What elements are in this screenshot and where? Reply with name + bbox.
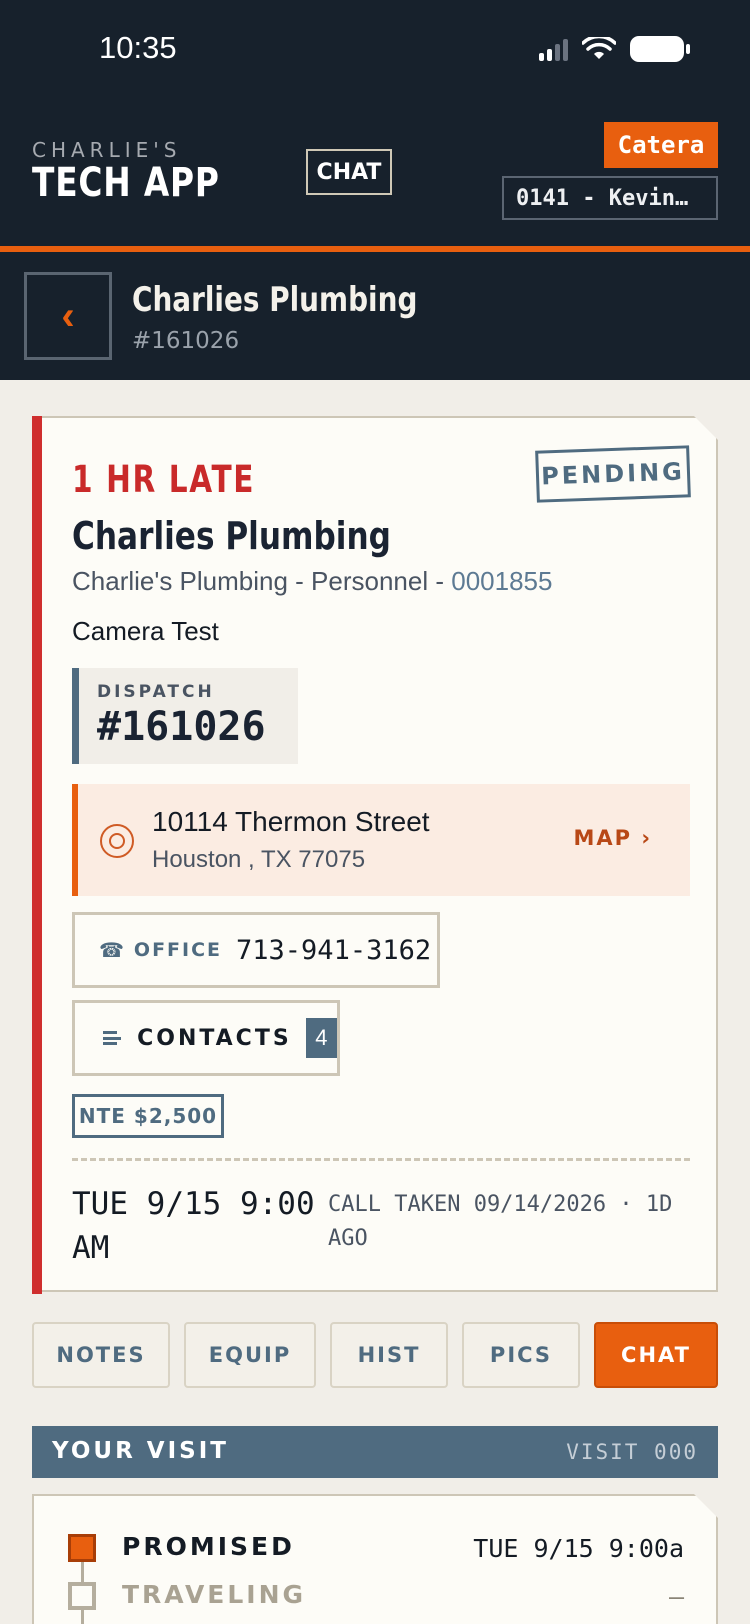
contacts-count-badge: 4 — [305, 1018, 337, 1058]
account-separator: - — [428, 566, 452, 596]
account-name: Charlie's Plumbing - Personnel — [72, 566, 429, 596]
header-divider — [0, 246, 750, 252]
brand-subtitle: CHARLIE'S — [32, 138, 182, 162]
tab-notes[interactable]: NOTES — [32, 1322, 170, 1388]
contacts-label: CONTACTS — [137, 1025, 292, 1051]
office-phone-button[interactable]: ☎ OFFICE 713-941-3162 — [72, 912, 440, 988]
job-card: 1 HR LATE PENDING Charlies Plumbing Char… — [32, 416, 718, 1294]
brand-title: TECH APP — [32, 160, 220, 206]
status-icons — [539, 36, 690, 62]
step-time: — — [668, 1582, 684, 1611]
location-pin-icon — [100, 824, 134, 858]
ticket-number: #161026 — [132, 328, 240, 354]
scheduled-time: TUE 9/15 9:00 AM — [72, 1186, 315, 1266]
page-title: Charlies Plumbing — [132, 280, 418, 320]
wifi-icon — [582, 37, 616, 59]
cellular-signal-icon — [539, 37, 568, 61]
tab-pics[interactable]: PICS — [462, 1322, 580, 1388]
dispatch-box: DISPATCH #161026 — [72, 668, 298, 764]
technician-selector[interactable]: 0141 - Kevin… — [502, 176, 718, 220]
list-icon — [103, 1031, 122, 1045]
visit-title: YOUR VISIT — [52, 1438, 229, 1464]
status-time: 10:35 — [99, 30, 177, 65]
dispatch-number: #161026 — [97, 704, 266, 750]
phone-icon: ☎ — [99, 939, 124, 962]
phone-label: OFFICE — [133, 939, 223, 961]
address-city: Houston , TX 77075 — [152, 846, 366, 873]
visit-number: VISIT 000 — [566, 1440, 698, 1464]
account-code: 0001855 — [451, 566, 553, 596]
phone-number: 713-941-3162 — [236, 934, 432, 966]
address-card[interactable]: 10114 Thermon Street Houston , TX 77075 … — [72, 784, 690, 896]
visit-timeline: PROMISED TUE 9/15 9:00a TRAVELING — — [32, 1494, 718, 1624]
visit-header: YOUR VISIT VISIT 000 — [32, 1426, 718, 1478]
company-badge[interactable]: Catera — [604, 122, 718, 168]
status-badge: PENDING — [535, 445, 691, 503]
tab-hist[interactable]: HIST — [330, 1322, 448, 1388]
tab-chat[interactable]: CHAT — [594, 1322, 718, 1388]
job-description: Camera Test — [72, 616, 219, 646]
account-line: Charlie's Plumbing - Personnel - 0001855 — [72, 566, 552, 597]
call-taken: CALL TAKEN 09/14/2026 · 1D AGO — [328, 1192, 673, 1251]
address-street: 10114 Thermon Street — [152, 806, 430, 837]
step-label: TRAVELING — [122, 1580, 307, 1609]
contacts-button[interactable]: CONTACTS 4 — [72, 1000, 340, 1076]
step-marker-pending — [68, 1582, 96, 1610]
map-link[interactable]: MAP › — [573, 826, 652, 850]
chevron-left-icon: ‹ — [61, 293, 75, 338]
app-header: 10:35 CHARLIE'S TECH APP CHAT Catera 014… — [0, 0, 750, 380]
card-fold-corner — [694, 1494, 718, 1518]
dispatch-label: DISPATCH — [97, 682, 215, 702]
nte-badge: NTE $2,500 — [72, 1094, 224, 1138]
step-label: PROMISED — [122, 1532, 295, 1561]
customer-name: Charlies Plumbing — [72, 514, 391, 558]
job-tabs: NOTES EQUIP HIST PICS CHAT — [32, 1322, 718, 1388]
back-button[interactable]: ‹ — [24, 272, 112, 360]
header-chat-button[interactable]: CHAT — [306, 149, 392, 195]
step-time: TUE 9/15 9:00a — [473, 1534, 684, 1563]
step-marker-current — [68, 1534, 96, 1562]
tab-equip[interactable]: EQUIP — [184, 1322, 316, 1388]
late-status: 1 HR LATE — [72, 458, 256, 501]
card-fold-corner — [694, 416, 718, 440]
dashed-divider — [72, 1158, 690, 1161]
battery-icon — [630, 36, 690, 62]
